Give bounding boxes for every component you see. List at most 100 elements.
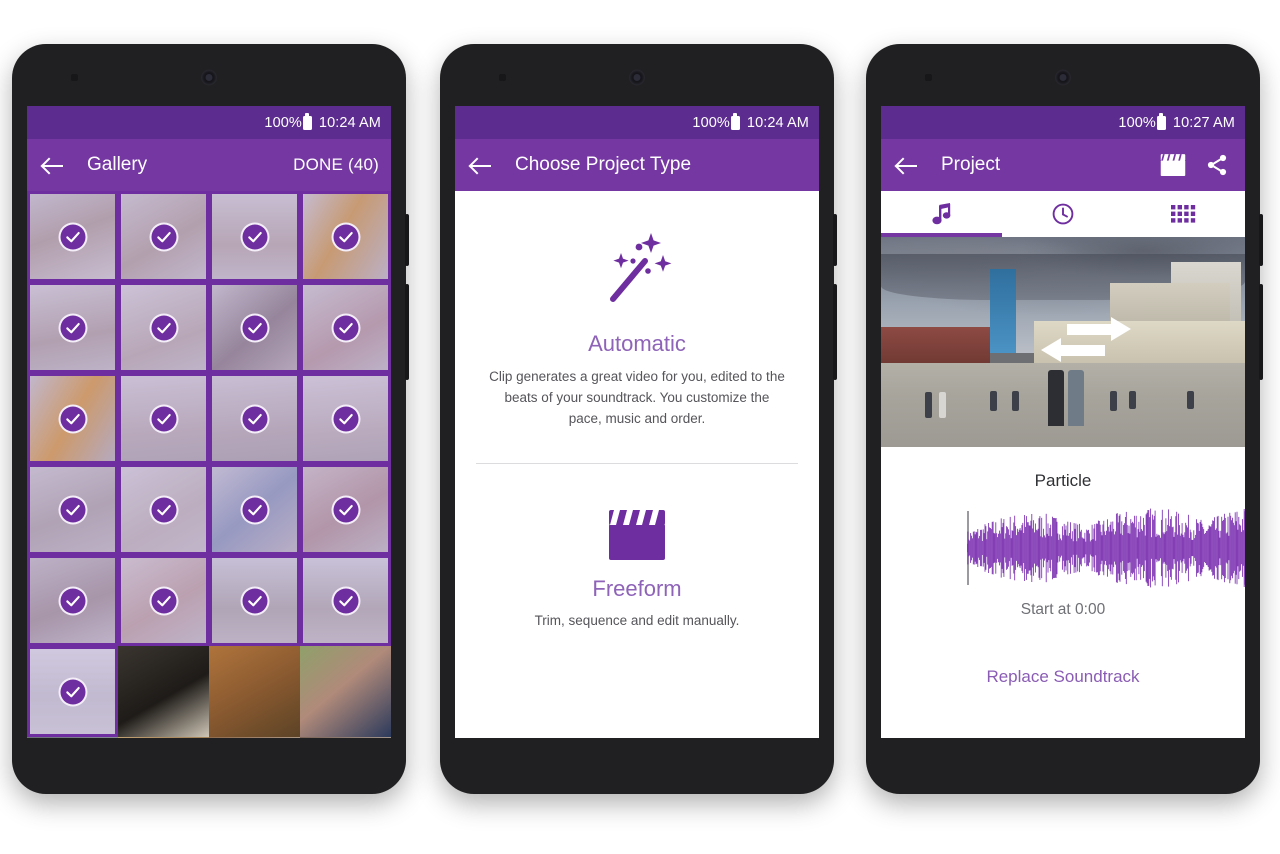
front-camera-icon — [201, 70, 217, 85]
battery-full-icon — [302, 112, 312, 130]
gallery-thumbnail[interactable] — [27, 555, 118, 646]
preview-person — [1012, 391, 1020, 412]
gallery-thumbnail[interactable] — [27, 464, 118, 555]
volume-button[interactable] — [833, 214, 837, 266]
front-camera-icon — [1055, 70, 1071, 85]
gallery-row — [27, 191, 391, 282]
volume-button[interactable] — [1259, 214, 1263, 266]
arrow-left-icon[interactable] — [1041, 337, 1106, 362]
selected-check-icon — [240, 222, 269, 251]
gallery-thumbnail[interactable] — [209, 646, 300, 737]
app-bar-gallery: Gallery DONE (40) — [27, 139, 391, 191]
gallery-thumbnail[interactable] — [209, 464, 300, 555]
gallery-thumbnail[interactable] — [118, 737, 209, 738]
clapperboard-icon[interactable] — [1159, 153, 1187, 177]
selected-check-icon — [331, 222, 360, 251]
preview-person — [990, 391, 998, 412]
gallery-row — [27, 464, 391, 555]
clapperboard-icon — [609, 509, 665, 560]
page-title: Choose Project Type — [515, 154, 692, 175]
volume-button[interactable] — [405, 214, 409, 266]
selected-check-icon — [240, 586, 269, 615]
back-arrow-icon[interactable] — [467, 151, 495, 179]
music-note-icon — [932, 203, 951, 225]
phone-bezel-top — [866, 44, 1260, 106]
app-bar-project-type: Choose Project Type — [455, 139, 819, 191]
selected-check-icon — [331, 586, 360, 615]
gallery-thumbnail[interactable] — [300, 464, 391, 555]
gallery-thumbnail[interactable] — [300, 191, 391, 282]
selected-check-icon — [240, 404, 269, 433]
gallery-thumbnail[interactable] — [209, 373, 300, 464]
magic-wand-icon — [610, 233, 672, 302]
option-description: Trim, sequence and edit manually. — [534, 612, 740, 628]
option-freeform[interactable]: Freeform Trim, sequence and edit manuall… — [455, 508, 819, 632]
clock-icon — [1052, 203, 1074, 225]
option-automatic[interactable]: Automatic Clip generates a great video f… — [455, 225, 819, 430]
gallery-row — [27, 555, 391, 646]
selected-check-icon — [149, 222, 178, 251]
gallery-thumbnail[interactable] — [27, 191, 118, 282]
tab-music[interactable] — [881, 191, 1003, 237]
thumbnail-image — [209, 646, 300, 737]
gallery-thumbnail[interactable] — [27, 646, 118, 737]
selected-check-icon — [240, 495, 269, 524]
gallery-thumbnail[interactable] — [118, 464, 209, 555]
thumbnail-image — [209, 737, 300, 738]
phone-project: 100% 10:27 AM Project Particle Start at … — [866, 44, 1263, 794]
preview-person — [1186, 391, 1194, 410]
gallery-thumbnail[interactable] — [27, 373, 118, 464]
phone-project-type: 100% 10:24 AM Choose Project Type Automa… — [440, 44, 837, 794]
soundtrack-panel: Particle Start at 0:00 Replace Soundtrac… — [881, 447, 1245, 738]
app-bar-project: Project — [881, 139, 1245, 191]
phone-gallery: 100% 10:24 AM Gallery DONE (40) — [12, 44, 409, 794]
gallery-row — [27, 737, 391, 738]
gallery-thumbnail[interactable] — [300, 373, 391, 464]
battery-percent: 100% — [1118, 114, 1156, 131]
gallery-thumbnail[interactable] — [27, 737, 118, 738]
power-button[interactable] — [405, 284, 409, 380]
screen-project-type: 100% 10:24 AM Choose Project Type Automa… — [455, 106, 819, 738]
gallery-thumbnail[interactable] — [118, 191, 209, 282]
gallery-thumbnail[interactable] — [209, 282, 300, 373]
phone-bezel-top — [440, 44, 834, 106]
gallery-thumbnail[interactable] — [300, 646, 391, 737]
selected-check-icon — [149, 495, 178, 524]
selected-check-icon — [58, 404, 87, 433]
gallery-thumbnail[interactable] — [118, 282, 209, 373]
done-button[interactable]: DONE (40) — [293, 155, 379, 175]
option-title: Freeform — [592, 575, 682, 601]
back-arrow-icon[interactable] — [893, 151, 921, 179]
gallery-thumbnail[interactable] — [209, 737, 300, 738]
video-preview[interactable] — [881, 237, 1245, 447]
proximity-sensor-icon — [71, 74, 78, 81]
gallery-thumbnail[interactable] — [209, 191, 300, 282]
replace-soundtrack-button[interactable]: Replace Soundtrack — [881, 667, 1245, 687]
grid-icon — [1171, 205, 1196, 223]
status-clock: 10:27 AM — [1172, 114, 1235, 131]
gallery-thumbnail[interactable] — [118, 555, 209, 646]
project-type-list: Automatic Clip generates a great video f… — [455, 191, 819, 738]
power-button[interactable] — [833, 284, 837, 380]
back-arrow-icon[interactable] — [39, 151, 67, 179]
selected-check-icon — [58, 586, 87, 615]
gallery-thumbnail[interactable] — [27, 282, 118, 373]
share-icon[interactable] — [1205, 153, 1229, 177]
gallery-thumbnail[interactable] — [118, 646, 209, 737]
gallery-row — [27, 646, 391, 737]
selected-check-icon — [331, 313, 360, 342]
preview-person — [1128, 391, 1136, 410]
preview-person — [924, 391, 932, 418]
gallery-thumbnail[interactable] — [118, 373, 209, 464]
gallery-thumbnail[interactable] — [300, 555, 391, 646]
gallery-thumbnail[interactable] — [300, 282, 391, 373]
power-button[interactable] — [1259, 284, 1263, 380]
selected-check-icon — [58, 677, 87, 706]
tab-clips[interactable] — [1124, 191, 1245, 237]
tab-timeline[interactable] — [1002, 191, 1123, 237]
gallery-thumbnail[interactable] — [300, 737, 391, 738]
gallery-thumbnail[interactable] — [209, 555, 300, 646]
selected-check-icon — [149, 404, 178, 433]
gallery-grid[interactable] — [27, 191, 391, 738]
waveform-area[interactable] — [881, 505, 1245, 591]
